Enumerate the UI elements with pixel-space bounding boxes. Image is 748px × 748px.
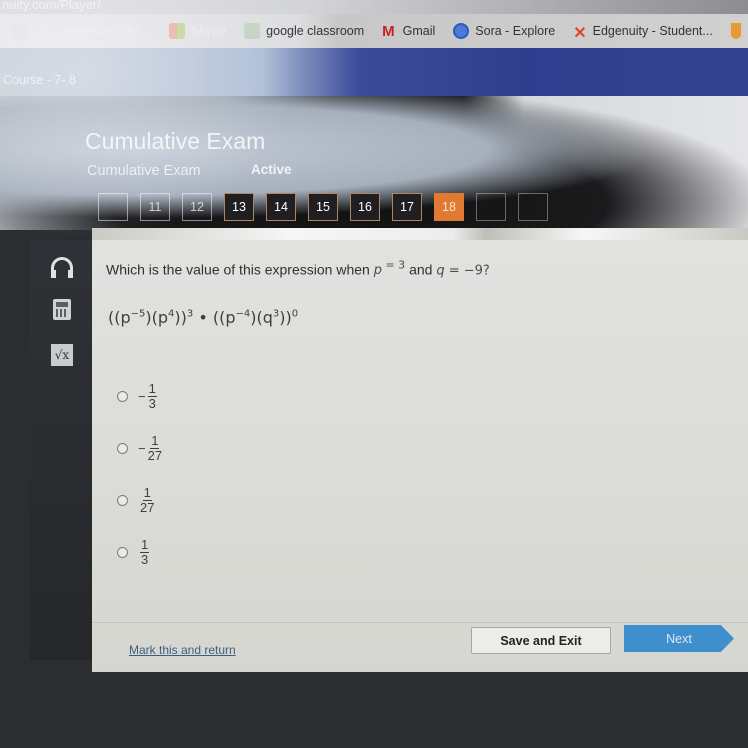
expr-part: ((p bbox=[108, 308, 131, 327]
radio-button[interactable] bbox=[117, 546, 128, 558]
and-text: and bbox=[405, 261, 437, 278]
shield-icon bbox=[730, 23, 741, 39]
question-nav-item[interactable]: 12 bbox=[182, 193, 212, 221]
q-variable: q bbox=[436, 263, 445, 279]
exam-status: Active bbox=[251, 162, 292, 177]
fraction-numerator: 1 bbox=[150, 432, 160, 449]
bookmark-label: OKcollegestart - Ac... bbox=[34, 24, 152, 38]
bookmark-okcollegestart[interactable]: OKcollegestart - Ac... bbox=[12, 23, 151, 39]
graduation-cap-icon bbox=[12, 23, 28, 39]
fraction-denominator: 3 bbox=[148, 395, 156, 411]
fraction-denominator: 3 bbox=[141, 551, 149, 567]
q-value: q = −9? bbox=[436, 263, 490, 278]
google-classroom-icon bbox=[244, 23, 261, 39]
answer-fraction: − 1 27 bbox=[138, 432, 163, 463]
answer-fraction: − 13 bbox=[138, 380, 157, 411]
edgenuity-icon: ✕ bbox=[573, 25, 587, 42]
square-root-icon: √x bbox=[51, 344, 73, 366]
footer-divider bbox=[92, 622, 748, 623]
p-variable: p bbox=[373, 263, 382, 279]
bookmark-label: Skype bbox=[191, 24, 227, 38]
skype-icon bbox=[169, 23, 186, 39]
fraction-sign: − bbox=[138, 388, 146, 404]
question-nav-item[interactable]: 17 bbox=[392, 193, 422, 221]
mark-and-return-link[interactable]: Mark this and return bbox=[129, 643, 236, 657]
question-nav-item[interactable]: 15 bbox=[308, 193, 338, 221]
question-nav-item[interactable]: 14 bbox=[266, 193, 296, 221]
bookmark-label: Edgenuity - Student... bbox=[592, 24, 713, 38]
fraction-numerator: 1 bbox=[147, 380, 157, 397]
expr-part: )(q bbox=[250, 308, 273, 327]
radio-button[interactable] bbox=[117, 390, 128, 402]
p-value: p = 3 bbox=[373, 259, 405, 279]
question-nav-item[interactable] bbox=[476, 193, 506, 221]
sora-icon bbox=[453, 23, 470, 39]
formula-button[interactable]: √x bbox=[50, 343, 74, 367]
answer-fraction: 13 bbox=[138, 536, 150, 567]
bookmarks-bar: OKcollegestart - Ac... Skype google clas… bbox=[0, 14, 748, 48]
prompt-text: Which is the value of this expression wh… bbox=[106, 261, 370, 278]
question-nav-item-current[interactable]: 18 bbox=[434, 193, 464, 221]
calculator-icon bbox=[53, 298, 71, 320]
expr-part: )) bbox=[279, 308, 292, 327]
bookmark-label: Sora - Explore bbox=[475, 24, 556, 38]
bookmark-gmail[interactable]: M Gmail bbox=[382, 23, 436, 40]
bookmark-sora[interactable]: Sora - Explore bbox=[453, 23, 555, 39]
q-equals: = −9? bbox=[444, 263, 490, 279]
question-nav-item[interactable] bbox=[518, 193, 548, 221]
answer-fraction: 1 27 bbox=[138, 484, 155, 515]
course-bar: Course - 7- 8 bbox=[0, 48, 748, 96]
expr-exponent: 0 bbox=[291, 308, 299, 320]
p-equals: = 3 bbox=[381, 259, 406, 272]
bookmark-label: Gmail bbox=[402, 24, 436, 38]
exam-subtitle: Cumulative Exam bbox=[87, 163, 201, 179]
fraction-denominator: 27 bbox=[140, 499, 155, 515]
gmail-icon: M bbox=[382, 23, 395, 40]
answer-option[interactable]: − 1 27 bbox=[117, 422, 162, 474]
expr-exponent: −4 bbox=[235, 308, 251, 320]
expr-part: )) bbox=[174, 308, 187, 327]
url-text: nuity.com/Player/ bbox=[2, 0, 101, 12]
address-bar[interactable]: nuity.com/Player/ bbox=[0, 0, 748, 14]
question-prompt: Which is the value of this expression wh… bbox=[106, 259, 490, 278]
audio-button[interactable] bbox=[50, 254, 74, 278]
bookmark-extension[interactable] bbox=[730, 23, 747, 39]
question-navigator: 11 12 13 14 15 16 17 18 bbox=[98, 193, 560, 221]
question-nav-item[interactable] bbox=[98, 193, 128, 221]
question-nav-item[interactable]: 13 bbox=[224, 193, 254, 221]
bookmark-skype[interactable]: Skype bbox=[169, 23, 226, 39]
question-nav-item[interactable]: 16 bbox=[350, 193, 380, 221]
fraction-sign: − bbox=[138, 440, 146, 456]
course-label[interactable]: Course - 7- 8 bbox=[3, 73, 76, 87]
tools-sidebar: √x bbox=[30, 240, 92, 660]
answer-option[interactable]: − 13 bbox=[117, 370, 162, 422]
fraction-numerator: 1 bbox=[140, 536, 150, 553]
radio-button[interactable] bbox=[117, 442, 128, 454]
fraction-numerator: 1 bbox=[142, 484, 152, 501]
exam-title: Cumulative Exam bbox=[85, 128, 266, 154]
headphones-icon bbox=[51, 257, 73, 278]
expr-exponent: −5 bbox=[130, 308, 146, 320]
expr-dot: • bbox=[193, 308, 213, 327]
fraction-denominator: 27 bbox=[147, 447, 163, 463]
save-and-exit-button[interactable]: Save and Exit bbox=[471, 627, 611, 654]
question-panel bbox=[92, 240, 748, 672]
radio-button[interactable] bbox=[117, 494, 128, 506]
question-nav-item[interactable]: 11 bbox=[140, 193, 170, 221]
calculator-button[interactable] bbox=[50, 297, 74, 321]
answer-options: − 13 − 1 27 1 27 13 bbox=[117, 370, 162, 578]
expr-part: )(p bbox=[145, 308, 169, 327]
next-button[interactable]: Next bbox=[624, 625, 734, 652]
math-expression: ((p−5)(p4))3 • ((p−4)(q3))0 bbox=[108, 308, 298, 327]
expr-part: ((p bbox=[212, 308, 236, 327]
bookmark-google-classroom[interactable]: google classroom bbox=[244, 23, 364, 39]
answer-option[interactable]: 13 bbox=[117, 526, 162, 578]
answer-option[interactable]: 1 27 bbox=[117, 474, 162, 526]
bookmark-label: google classroom bbox=[266, 24, 365, 38]
bookmark-edgenuity[interactable]: ✕ Edgenuity - Student... bbox=[573, 23, 713, 42]
